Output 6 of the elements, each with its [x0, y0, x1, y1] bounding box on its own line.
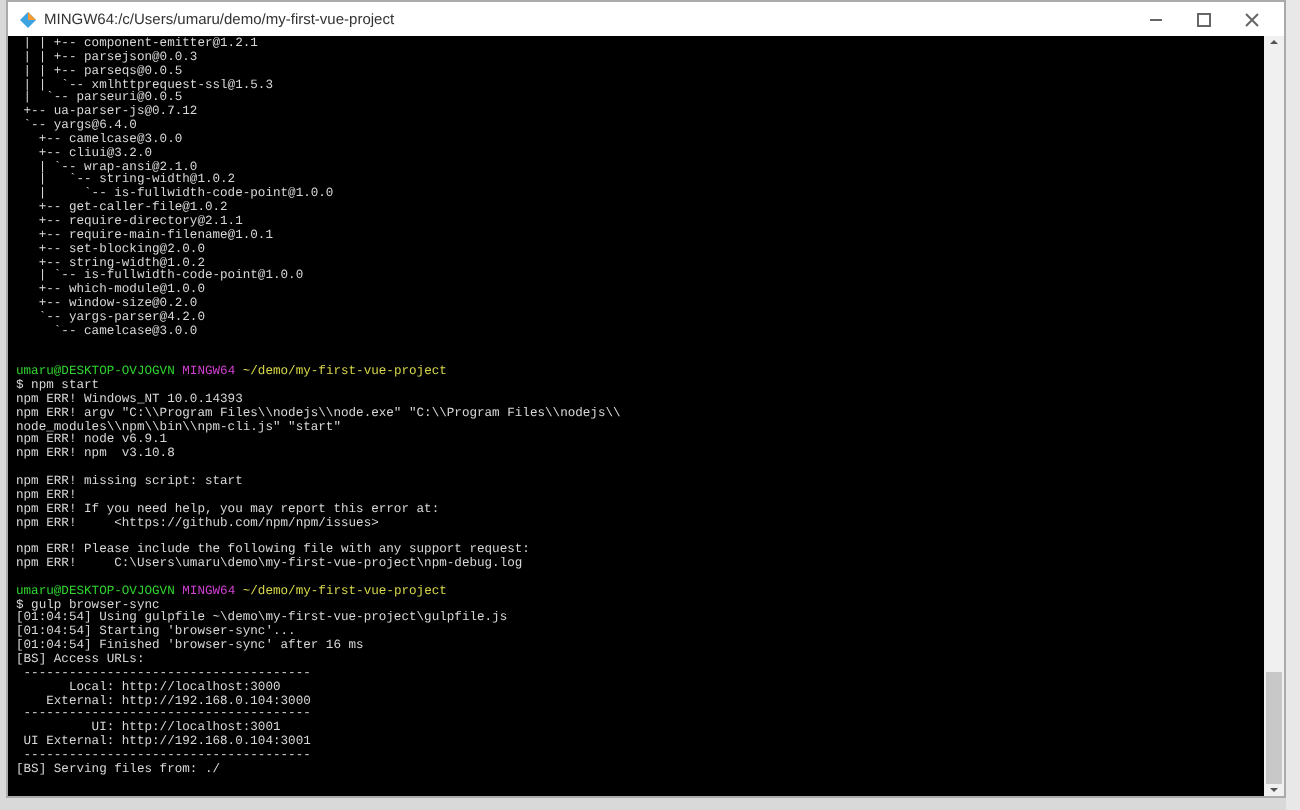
maximize-icon [1196, 11, 1212, 27]
close-icon [1244, 11, 1260, 27]
scroll-up-icon[interactable] [1268, 36, 1280, 48]
app-icon [20, 11, 36, 27]
scrollbar-thumb[interactable] [1266, 672, 1282, 784]
scrollbar[interactable] [1264, 36, 1284, 796]
